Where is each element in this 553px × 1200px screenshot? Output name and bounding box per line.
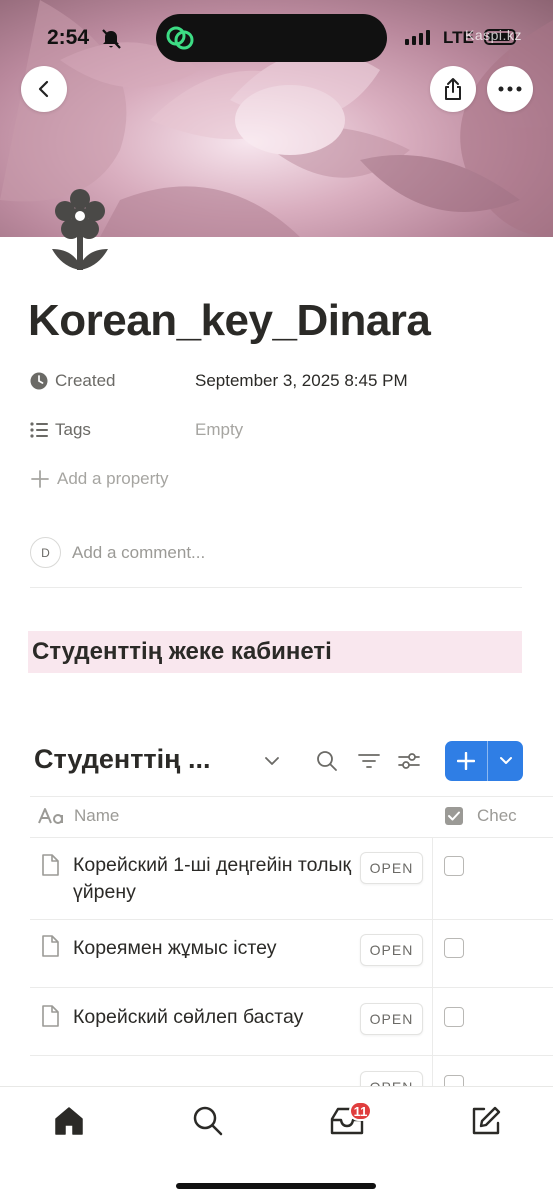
search-icon[interactable] xyxy=(316,750,338,772)
new-entry-button[interactable] xyxy=(445,741,523,781)
share-icon xyxy=(445,78,461,100)
column-label: Name xyxy=(74,806,120,825)
status-time: 2:54 xyxy=(47,26,90,49)
page-icon xyxy=(42,935,59,957)
add-entry-button[interactable] xyxy=(445,741,487,781)
add-property-label: Add a property xyxy=(57,469,169,488)
divider xyxy=(30,587,522,588)
table-row[interactable]: Кореямен жұмыс істеу OPEN xyxy=(30,920,553,988)
home-indicator xyxy=(176,1183,376,1189)
row-checkbox[interactable] xyxy=(444,856,464,876)
more-horizontal-icon xyxy=(498,86,522,92)
cellular-signal-icon xyxy=(405,30,430,45)
add-property-button[interactable]: Add a property xyxy=(30,464,169,494)
table-header: Name Chec xyxy=(30,796,553,838)
chevron-down-icon[interactable] xyxy=(264,754,280,768)
property-label: Tags xyxy=(55,420,91,439)
compose-icon[interactable] xyxy=(470,1105,502,1137)
comment-input[interactable]: D Add a comment... xyxy=(30,537,205,568)
avatar: D xyxy=(30,537,61,568)
filter-icon[interactable] xyxy=(358,752,380,770)
property-tags[interactable]: Tags Empty xyxy=(30,415,243,445)
more-options-button[interactable] xyxy=(487,66,533,112)
column-header-checkbox[interactable]: Chec xyxy=(444,806,517,826)
sliders-icon[interactable] xyxy=(398,751,420,771)
column-header-name[interactable]: Name xyxy=(38,806,119,826)
inbox-badge: 11 xyxy=(349,1101,372,1121)
page-icon xyxy=(42,854,59,876)
row-checkbox[interactable] xyxy=(444,1007,464,1027)
plus-icon xyxy=(31,470,49,488)
highlighted-heading[interactable]: Студенттің жеке кабинеті xyxy=(28,631,522,673)
page-icon xyxy=(42,1005,59,1027)
comment-placeholder: Add a comment... xyxy=(72,542,206,562)
checkbox-property-icon xyxy=(445,807,463,825)
link-app-icon xyxy=(166,26,194,50)
list-icon xyxy=(30,422,48,438)
open-button[interactable]: OPEN xyxy=(360,852,423,884)
back-button[interactable] xyxy=(21,66,67,112)
row-name: Корейский 1-ші деңгейін толық үйрену xyxy=(73,854,351,903)
row-name: Кореямен жұмыс істеу xyxy=(73,937,277,959)
plus-icon xyxy=(457,752,475,770)
flower-icon[interactable] xyxy=(50,187,110,273)
property-value: September 3, 2025 8:45 PM xyxy=(195,371,408,390)
property-label: Created xyxy=(55,371,116,390)
watermark: Kaspi.kz xyxy=(465,27,522,43)
property-created[interactable]: Created September 3, 2025 8:45 PM xyxy=(30,366,408,396)
open-button[interactable]: OPEN xyxy=(360,934,423,966)
chevron-left-icon xyxy=(38,80,49,98)
search-icon[interactable] xyxy=(192,1105,224,1137)
database-title[interactable]: Студенттің ... xyxy=(34,744,210,775)
bell-muted-icon xyxy=(102,29,121,49)
property-value: Empty xyxy=(195,420,244,439)
chevron-down-icon xyxy=(499,757,512,764)
open-button[interactable]: OPEN xyxy=(360,1003,423,1035)
share-button[interactable] xyxy=(430,66,476,112)
new-entry-options-button[interactable] xyxy=(488,741,523,781)
row-checkbox[interactable] xyxy=(444,938,464,958)
table-row[interactable]: Корейский сөйлеп бастау OPEN xyxy=(30,988,553,1056)
row-name: Корейский сөйлеп бастау xyxy=(73,1006,304,1028)
text-property-icon xyxy=(38,808,63,824)
column-label: Chec xyxy=(477,806,517,825)
page-title[interactable]: Korean_key_Dinara xyxy=(28,296,431,346)
table-row[interactable]: Корейский 1-ші деңгейін толық үйрену OPE… xyxy=(30,838,553,920)
clock-icon xyxy=(30,372,48,390)
home-icon[interactable] xyxy=(53,1105,85,1137)
